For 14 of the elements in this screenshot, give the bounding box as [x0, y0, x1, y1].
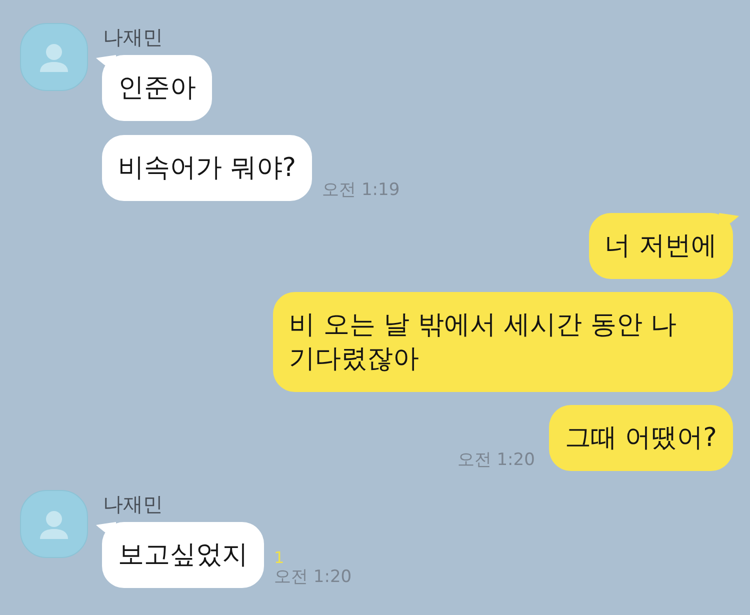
message-bubble: 인준아: [102, 55, 212, 121]
message-time: 오전 1:20: [274, 567, 352, 587]
avatar-icon[interactable]: [20, 490, 88, 558]
message-bubble: 보고싶었지: [102, 522, 264, 588]
message-bubble: 그때 어땠어?: [548, 405, 733, 471]
avatar-icon[interactable]: [20, 23, 88, 91]
message-time: 오전 1:20: [457, 450, 535, 470]
message-bubble: 비 오는 날 밖에서 세시간 동안 나 기다렸잖아: [273, 292, 733, 392]
sender-name: 나재민: [103, 492, 163, 516]
sender-name: 나재민: [103, 25, 163, 49]
message-time: 오전 1:19: [322, 180, 400, 200]
unread-count: 1: [274, 549, 284, 567]
message-bubble: 너 저번에: [588, 213, 733, 279]
message-bubble: 비속어가 뭐야?: [102, 135, 312, 201]
